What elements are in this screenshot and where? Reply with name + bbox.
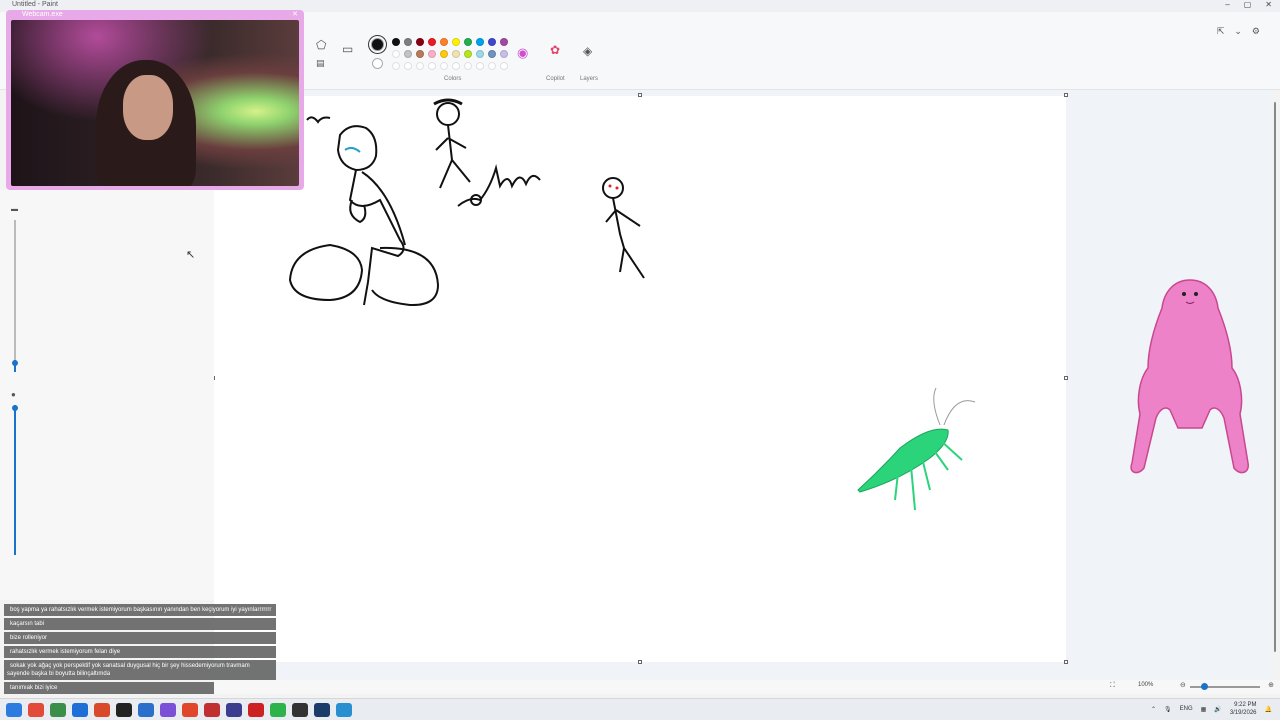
chat-message: boş yapma ya rahatsızlık vermek istemiyo… [4, 604, 276, 616]
clock-date: 3/19/2026 [1229, 710, 1257, 716]
mouse-cursor-icon: ↖ [186, 249, 196, 261]
taskbar-app-icon[interactable] [204, 703, 220, 717]
chat-message: rahatsızlık vermek istemiyorum felan diy… [4, 646, 276, 658]
chat-text: boş yapma ya rahatsızlık vermek istemiyo… [10, 607, 272, 613]
taskbar-app-icon[interactable] [94, 703, 110, 717]
zoom-level[interactable]: 100% [1138, 682, 1153, 688]
taskbar-app-icon[interactable] [314, 703, 330, 717]
taskbar-app-icon[interactable] [6, 703, 22, 717]
language-indicator[interactable]: ENG [1180, 706, 1193, 712]
opacity-icon: ● [11, 390, 16, 399]
taskbar: ⌃ 🎙 ENG ▦ 🔊 9:22 PM 3/19/2026 🔔 [0, 698, 1280, 720]
taskbar-app-icon[interactable] [248, 703, 264, 717]
clock-time: 9:22 PM [1234, 702, 1257, 708]
taskbar-app-icon[interactable] [72, 703, 88, 717]
webcam-close-icon: ✕ [292, 11, 298, 18]
tool-size-panel: ▬ ● [0, 190, 214, 600]
zoom-in-icon[interactable]: ⊕ [1268, 681, 1274, 689]
taskbar-app-icon[interactable] [160, 703, 176, 717]
size-slider-track[interactable] [14, 220, 16, 370]
webcam-video [11, 20, 299, 186]
taskbar-app-icon[interactable] [50, 703, 66, 717]
opacity-slider-fill [14, 405, 16, 555]
brush-size-icon: ▬ [11, 206, 18, 213]
webcam-window: Webcam.exe ✕ [6, 10, 304, 190]
taskbar-app-icon[interactable] [226, 703, 242, 717]
taskbar-app-icon[interactable] [138, 703, 154, 717]
chat-text: rahatsızlık vermek istemiyorum felan diy… [10, 649, 121, 655]
chat-text: sokak yok ağaç yok perspektif yok sanats… [7, 663, 250, 677]
taskbar-app-icon[interactable] [116, 703, 132, 717]
chat-message: kaçarsın tabi [4, 618, 276, 630]
webcam-title: Webcam.exe [22, 11, 63, 18]
notifications-icon[interactable]: 🔔 [1265, 706, 1272, 713]
taskbar-app-icon[interactable] [336, 703, 352, 717]
chat-text: kaçarsın tabi [10, 621, 45, 627]
chat-message: bize rolleniyor [4, 632, 276, 644]
volume-icon[interactable]: 🔊 [1214, 706, 1221, 713]
status-bar: ⛶ 100% ⊖ ⊕ [214, 680, 1280, 694]
streamer-face [123, 75, 173, 140]
vertical-scrollbar[interactable] [1273, 88, 1278, 668]
taskbar-app-icon[interactable] [292, 703, 308, 717]
chat-text: tanımıak bizi iyice [10, 685, 58, 691]
taskbar-app-icon[interactable] [28, 703, 44, 717]
opacity-slider-knob[interactable] [12, 405, 18, 411]
chat-message: sokak yok ağaç yok perspektif yok sanats… [4, 660, 276, 680]
tray-chevron-up-icon[interactable]: ⌃ [1151, 706, 1156, 713]
network-icon[interactable]: ▦ [1201, 706, 1207, 713]
chat-text: bize rolleniyor [10, 635, 48, 641]
system-tray: ⌃ 🎙 ENG ▦ 🔊 9:22 PM 3/19/2026 🔔 [1151, 701, 1272, 717]
clock[interactable]: 9:22 PM 3/19/2026 [1230, 701, 1257, 717]
scrollbar-thumb[interactable] [1274, 102, 1276, 652]
zoom-slider-knob[interactable] [1201, 683, 1208, 690]
taskbar-app-icon[interactable] [270, 703, 286, 717]
fit-to-window-icon[interactable]: ⛶ [1110, 682, 1115, 690]
taskbar-app-icon[interactable] [182, 703, 198, 717]
size-slider-knob[interactable] [12, 360, 18, 366]
mic-icon[interactable]: 🎙 [1164, 706, 1172, 713]
zoom-out-icon[interactable]: ⊖ [1180, 681, 1186, 689]
taskbar-apps [6, 703, 352, 717]
